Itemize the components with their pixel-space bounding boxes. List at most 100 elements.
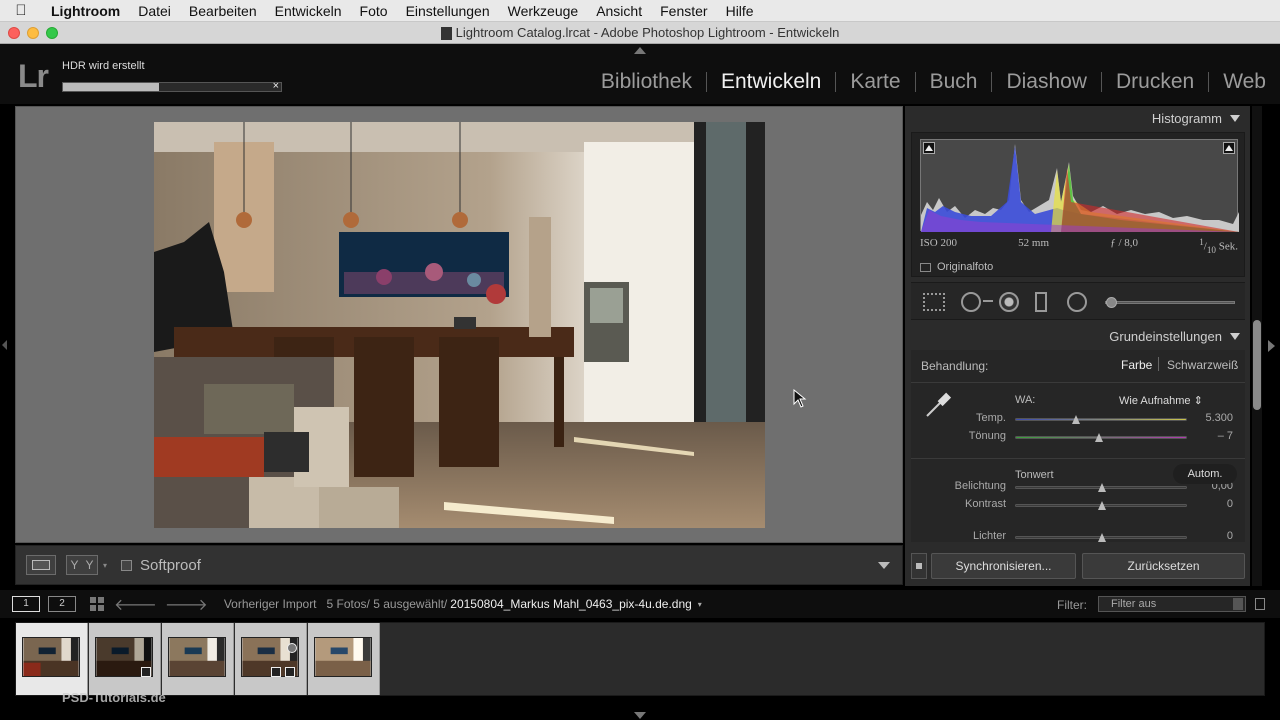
apple-icon[interactable]:  [0, 2, 42, 19]
zoom-window-button[interactable] [46, 27, 58, 39]
right-panel: Histogramm ISO 200 52 mm ƒ / 8,0 1/10 Se… [905, 106, 1250, 586]
filename-dropdown-icon[interactable]: ▾ [698, 600, 702, 609]
toolbar-options-icon[interactable] [878, 562, 890, 569]
loupe-view-button[interactable] [26, 555, 56, 575]
module-karte[interactable]: Karte [836, 70, 914, 94]
auto-tone-button[interactable]: Autom. [1173, 464, 1237, 484]
auto-sync-toggle[interactable] [911, 553, 927, 579]
crop-tool-icon[interactable] [923, 293, 945, 311]
filmstrip-thumbnail[interactable] [89, 623, 161, 695]
menu-bearbeiten[interactable]: Bearbeiten [180, 3, 266, 19]
show-left-panel-icon[interactable] [2, 340, 7, 350]
select-arrows-icon [1233, 598, 1243, 610]
module-diashow[interactable]: Diashow [992, 70, 1101, 94]
exif-info: ISO 200 52 mm ƒ / 8,0 1/10 Sek. [920, 237, 1238, 255]
filmstrip-thumbnail[interactable] [162, 623, 234, 695]
menu-entwickeln[interactable]: Entwickeln [266, 3, 351, 19]
slider-knob[interactable] [1072, 415, 1081, 424]
menu-foto[interactable]: Foto [351, 3, 397, 19]
spot-arrow-icon [983, 300, 993, 302]
photo-canvas[interactable] [15, 106, 903, 543]
module-bibliothek[interactable]: Bibliothek [587, 70, 706, 94]
module-buch[interactable]: Buch [916, 70, 992, 94]
stack-badge-icon [271, 667, 281, 677]
filmstrip-thumbnail[interactable] [16, 623, 88, 695]
filmstrip-thumbnail[interactable] [308, 623, 380, 695]
cancel-task-icon[interactable]: × [273, 80, 279, 92]
original-photo-row[interactable]: Originalfoto [920, 261, 993, 273]
treatment-bw-button[interactable]: Schwarzweiß [1167, 358, 1238, 372]
basic-header[interactable]: Grundeinstellungen [905, 324, 1250, 348]
slider-value[interactable]: 0 [1183, 530, 1233, 542]
reset-button[interactable]: Zurücksetzen [1082, 553, 1245, 579]
window-title-bar: Lightroom Catalog.lrcat - Adobe Photosho… [0, 22, 1280, 44]
slider-track[interactable] [1015, 501, 1187, 510]
white-balance-select[interactable]: Wie Aufnahme ⇕ [1119, 394, 1203, 407]
shutter-numerator: 1 [1199, 237, 1204, 247]
menu-einstellungen[interactable]: Einstellungen [397, 3, 499, 19]
before-after-button[interactable]: Y Y [66, 555, 98, 575]
activity-status: HDR wird erstellt [62, 60, 145, 72]
loupe-icon [32, 560, 50, 570]
slider-knob[interactable] [1098, 483, 1106, 492]
slider-knob[interactable] [1098, 533, 1106, 542]
current-filename[interactable]: 20150804_Markus Mahl_0463_pix-4u.de.dng [450, 597, 692, 611]
module-entwickeln[interactable]: Entwickeln [707, 70, 835, 94]
forward-arrow-icon[interactable]: 🡒 [165, 594, 208, 615]
filter-lock-icon[interactable] [1255, 598, 1265, 610]
slider-track[interactable] [1015, 433, 1187, 442]
slider-knob[interactable] [1098, 501, 1106, 510]
collapse-triangle-icon[interactable] [1230, 332, 1240, 340]
menu-fenster[interactable]: Fenster [651, 3, 716, 19]
hide-right-panel-icon[interactable] [1268, 340, 1275, 352]
close-window-button[interactable] [8, 27, 20, 39]
slider-track[interactable] [1015, 415, 1187, 424]
red-eye-icon[interactable] [999, 292, 1019, 312]
menu-lightroom[interactable]: Lightroom [42, 3, 129, 19]
before-after-dropdown-icon[interactable]: ▾ [103, 561, 107, 570]
slider-track[interactable] [1015, 483, 1187, 492]
original-photo-checkbox[interactable] [920, 262, 931, 272]
slider-label: Tönung [968, 430, 1006, 442]
grid-view-icon[interactable] [90, 597, 104, 611]
slider-value[interactable]: – 7 [1183, 430, 1233, 442]
minimize-window-button[interactable] [27, 27, 39, 39]
back-arrow-icon[interactable]: 🡐 [114, 594, 157, 615]
thumbnail-image [22, 637, 80, 677]
menu-ansicht[interactable]: Ansicht [587, 3, 651, 19]
menu-werkzeuge[interactable]: Werkzeuge [499, 3, 588, 19]
aperture-value: ƒ / 8,0 [1110, 237, 1139, 249]
brush-slider-knob[interactable] [1106, 297, 1117, 308]
collapse-triangle-icon[interactable] [1230, 114, 1240, 122]
selection-count: 5 Fotos/ 5 ausgewählt/ [326, 597, 448, 611]
histogram-graph[interactable] [920, 139, 1239, 232]
module-web[interactable]: Web [1209, 70, 1270, 94]
hide-filmstrip-icon[interactable] [634, 712, 646, 719]
spot-removal-icon[interactable] [961, 292, 981, 312]
brush-slider[interactable] [1105, 297, 1235, 308]
slider-knob[interactable] [1094, 433, 1103, 442]
mac-menu-bar:  Lightroom Datei Bearbeiten Entwickeln … [0, 0, 1280, 22]
source-label[interactable]: Vorheriger Import [224, 597, 317, 611]
module-drucken[interactable]: Drucken [1102, 70, 1208, 94]
softproof-checkbox[interactable] [121, 559, 133, 571]
menu-hilfe[interactable]: Hilfe [717, 3, 763, 19]
treatment-color-button[interactable]: Farbe [1121, 358, 1152, 372]
right-panel-scrollbar[interactable] [1253, 320, 1261, 410]
slider-value[interactable]: 0 [1183, 498, 1233, 510]
second-window-button[interactable]: 2 [48, 596, 76, 612]
filmstrip-thumbnail[interactable] [235, 623, 307, 695]
graduated-filter-icon[interactable] [1035, 292, 1047, 312]
menu-datei[interactable]: Datei [129, 3, 180, 19]
sync-button[interactable]: Synchronisieren... [931, 553, 1076, 579]
main-window-button[interactable]: 1 [12, 596, 40, 612]
histogram-header[interactable]: Histogramm [905, 106, 1250, 130]
slider-value[interactable]: 5.300 [1183, 412, 1233, 424]
hide-top-panel-icon[interactable] [634, 47, 646, 54]
radial-filter-icon[interactable] [1067, 292, 1087, 312]
activity-progress-bar: × [62, 80, 282, 92]
photo-preview[interactable] [154, 122, 765, 528]
filter-select[interactable]: Filter aus [1098, 596, 1246, 612]
white-balance-label: WA: [1015, 394, 1036, 406]
slider-track[interactable] [1015, 533, 1187, 542]
